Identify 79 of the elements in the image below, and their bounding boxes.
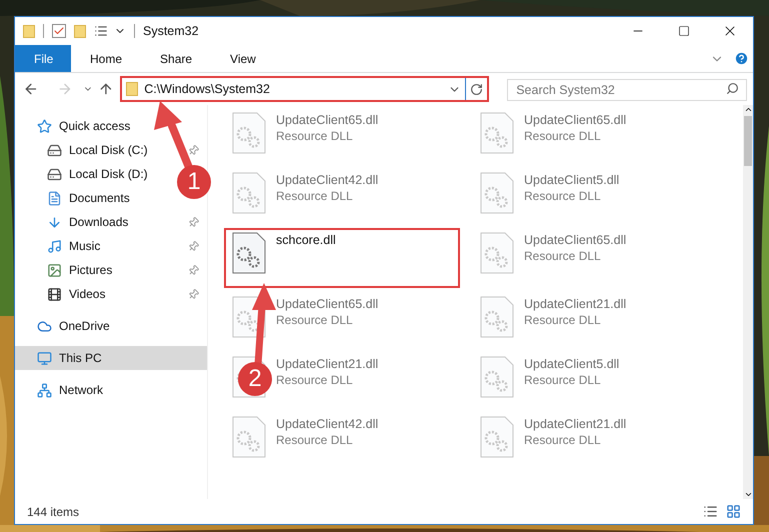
file-type: Resource DLL — [524, 248, 602, 264]
nav-item[interactable]: Documents — [69, 189, 130, 207]
help-icon[interactable] — [734, 51, 749, 66]
cloud-icon — [37, 318, 52, 334]
file-type: Resource DLL — [276, 432, 354, 448]
item-count: 144 items — [27, 504, 80, 520]
document-icon — [47, 190, 62, 206]
drive-icon — [47, 166, 62, 182]
file-type: Resource DLL — [524, 372, 602, 388]
back-icon[interactable] — [23, 81, 39, 97]
nav-item[interactable]: Music — [69, 237, 100, 255]
ribbon-tab[interactable]: View — [211, 45, 275, 72]
nav-item[interactable]: Quick access — [59, 117, 130, 135]
film-icon — [47, 286, 62, 302]
file-name[interactable]: UpdateClient21.dll — [276, 356, 378, 372]
scrollbar[interactable] — [743, 105, 753, 499]
window-title: System32 — [143, 22, 199, 40]
file-type: Resource DLL — [524, 432, 602, 448]
dll-file-icon — [232, 112, 266, 154]
nav-item[interactable]: Network — [59, 381, 104, 399]
file-name[interactable]: UpdateClient5.dll — [524, 172, 620, 188]
nav-item[interactable]: Videos — [69, 285, 106, 303]
nav-item[interactable]: Pictures — [69, 261, 112, 279]
file-name[interactable]: UpdateClient65.dll — [276, 112, 378, 128]
address-bar[interactable]: C:\Windows\System32 — [120, 76, 490, 102]
drive-icon — [47, 142, 62, 158]
download-icon — [47, 214, 62, 230]
star-icon — [37, 118, 52, 134]
dll-file-icon — [480, 416, 514, 458]
maximize-icon[interactable] — [678, 25, 690, 37]
file-name[interactable]: UpdateClient5.dll — [524, 356, 620, 372]
file-name[interactable]: UpdateClient65.dll — [276, 296, 378, 312]
ribbon-tab[interactable]: File — [15, 45, 71, 72]
folder-icon — [126, 82, 138, 96]
dll-file-icon — [480, 232, 514, 274]
ribbon-tab[interactable]: Home — [71, 45, 142, 72]
dll-file-icon — [232, 416, 266, 458]
file-type: Resource DLL — [276, 372, 354, 388]
dll-file-icon — [480, 112, 514, 154]
dll-file-icon — [232, 172, 266, 214]
file-name[interactable]: schcore.dll — [276, 232, 336, 248]
file-name[interactable]: UpdateClient65.dll — [524, 112, 626, 128]
properties-icon[interactable] — [52, 24, 66, 38]
scroll-thumb[interactable] — [744, 116, 752, 166]
dll-file-icon — [232, 232, 266, 274]
file-type: Resource DLL — [276, 188, 354, 204]
dll-file-icon — [480, 296, 514, 338]
file-name[interactable]: UpdateClient65.dll — [524, 232, 626, 248]
music-note-icon — [47, 238, 62, 254]
file-type: Resource DLL — [524, 128, 602, 144]
details-view-icon[interactable] — [703, 504, 718, 519]
dll-file-icon — [480, 356, 514, 398]
nav-item[interactable]: Downloads — [69, 213, 128, 231]
picture-icon — [47, 262, 62, 278]
large-icons-view-icon[interactable] — [726, 504, 741, 519]
monitor-icon — [37, 350, 52, 366]
file-name[interactable]: UpdateClient42.dll — [276, 416, 378, 432]
file-type: Resource DLL — [524, 312, 602, 328]
search-field[interactable]: Search System32 — [507, 79, 747, 101]
scroll-up-icon[interactable] — [744, 105, 752, 114]
scroll-down-icon[interactable] — [744, 490, 752, 499]
nav-item[interactable]: Local Disk (C:) — [69, 141, 148, 159]
nav-item[interactable]: This PC — [59, 349, 102, 367]
file-type: Resource DLL — [276, 128, 354, 144]
folder-icon — [23, 24, 35, 38]
file-name[interactable]: UpdateClient21.dll — [524, 416, 626, 432]
toolbar-menu-icon[interactable] — [94, 24, 108, 38]
ribbon-tab[interactable]: Share — [141, 45, 212, 72]
file-type: Resource DLL — [524, 188, 602, 204]
file-name[interactable]: UpdateClient42.dll — [276, 172, 378, 188]
network-icon — [37, 382, 52, 398]
nav-item[interactable]: OneDrive — [59, 317, 110, 335]
file-type: Resource DLL — [276, 312, 354, 328]
file-name[interactable]: UpdateClient21.dll — [524, 296, 626, 312]
address-path: C:\Windows\System32 — [144, 80, 271, 98]
dll-file-icon — [480, 172, 514, 214]
nav-item[interactable]: Local Disk (D:) — [69, 165, 148, 183]
refresh-icon[interactable] — [470, 82, 484, 96]
search-icon — [726, 82, 739, 95]
